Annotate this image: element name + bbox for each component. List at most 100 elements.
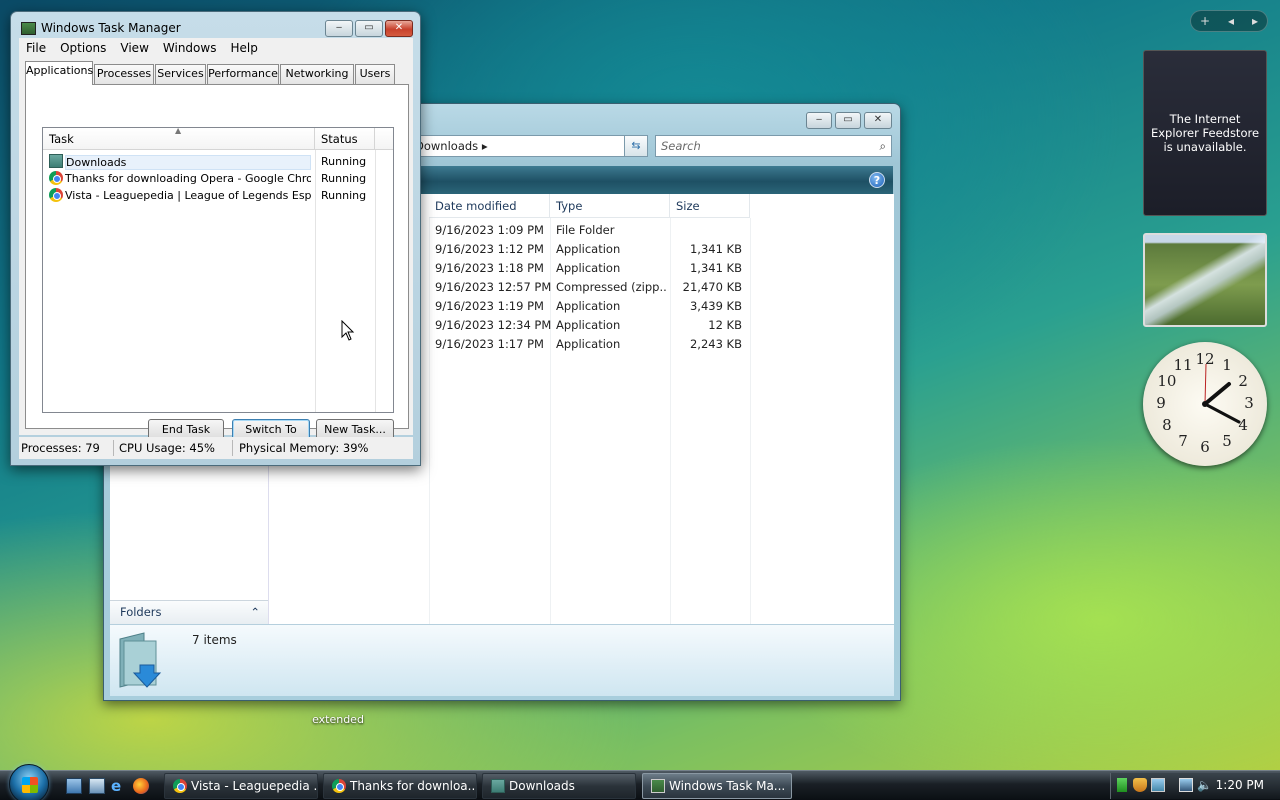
taskbar-button-label: Downloads	[509, 779, 575, 793]
menu-options[interactable]: Options	[53, 41, 113, 55]
sort-arrow-icon: ▲	[175, 126, 182, 135]
file-size: 21,470 KB	[682, 280, 742, 294]
help-icon[interactable]: ?	[869, 172, 885, 188]
tab-performance[interactable]: Performance	[207, 64, 279, 84]
file-size: 1,341 KB	[689, 261, 742, 275]
task-manager-icon	[21, 22, 36, 35]
internet-explorer-icon[interactable]: e	[111, 778, 127, 794]
folders-label: Folders	[120, 605, 162, 619]
refresh-icon[interactable]: ⇆	[624, 135, 648, 157]
task-name: Vista - Leaguepedia | League of Legends …	[65, 189, 311, 202]
clock-number: 2	[1238, 372, 1248, 390]
taskbar-button-label: Thanks for downloa...	[350, 779, 477, 793]
close-button[interactable]: ✕	[864, 112, 892, 129]
menu-file[interactable]: File	[19, 41, 53, 55]
menu-help[interactable]: Help	[223, 41, 264, 55]
column-filler	[375, 128, 393, 150]
volume-muted-icon[interactable]: 🔈	[1197, 778, 1212, 792]
slideshow-gadget[interactable]	[1143, 233, 1267, 327]
tab-applications[interactable]: Applications	[25, 61, 93, 85]
search-icon[interactable]: ⌕	[880, 139, 891, 154]
system-tray: 🔈 1:20 PM	[1110, 773, 1280, 799]
file-date: 9/16/2023 12:57 PM	[435, 280, 552, 294]
tab-services[interactable]: Services	[155, 64, 206, 84]
file-type: Application	[556, 242, 621, 256]
minimize-button[interactable]: ‒	[806, 112, 832, 129]
clock-gadget[interactable]: 12 1 2 3 4 5 6 7 8 9 10 11	[1143, 342, 1267, 466]
item-count: 7 items	[192, 633, 237, 647]
windows-defender-icon[interactable]	[1151, 778, 1165, 792]
column-size[interactable]: Size	[670, 194, 750, 218]
taskbar-button-task-manager[interactable]: Windows Task Ma...	[642, 773, 792, 799]
clock-number: 6	[1200, 438, 1210, 456]
task-row[interactable]: Vista - Leaguepedia | League of Legends …	[45, 187, 391, 204]
network-icon[interactable]	[1179, 778, 1193, 792]
breadcrumb-arrow-icon[interactable]: ▸	[482, 139, 488, 153]
file-date: 9/16/2023 1:12 PM	[435, 242, 544, 256]
add-gadget-icon[interactable]: +	[1200, 14, 1210, 28]
task-row[interactable]: Thanks for downloading Opera - Google Ch…	[45, 170, 391, 187]
clock-time[interactable]: 1:20 PM	[1216, 778, 1264, 792]
file-size: 3,439 KB	[689, 299, 742, 313]
minimize-button[interactable]: ‒	[325, 20, 353, 37]
chrome-icon	[49, 188, 63, 202]
tab-networking[interactable]: Networking	[280, 64, 354, 84]
show-desktop-icon[interactable]	[66, 778, 82, 794]
chevron-up-icon: ⌃	[250, 605, 260, 619]
tab-processes[interactable]: Processes	[94, 64, 154, 84]
applications-panel: Task ▲ Status Downloads Running Thanks for…	[25, 84, 409, 441]
task-manager-window[interactable]: Windows Task Manager ‒ ▭ ✕ File Options …	[10, 11, 421, 466]
switch-windows-icon[interactable]	[89, 778, 105, 794]
menu-windows[interactable]: Windows	[156, 41, 224, 55]
file-date: 9/16/2023 1:17 PM	[435, 337, 544, 351]
clock-number: 12	[1195, 350, 1215, 368]
maximize-button[interactable]: ▭	[355, 20, 383, 37]
close-button[interactable]: ✕	[385, 20, 413, 37]
file-size: 1,341 KB	[689, 242, 742, 256]
task-status: Running	[321, 172, 367, 185]
file-size: 12 KB	[708, 318, 742, 332]
security-shield-icon[interactable]	[1133, 778, 1147, 792]
firefox-icon[interactable]	[133, 778, 149, 794]
start-button[interactable]	[9, 764, 49, 800]
file-date: 9/16/2023 1:18 PM	[435, 261, 544, 275]
clock-number: 3	[1244, 394, 1254, 412]
breadcrumb-downloads[interactable]: Downloads	[415, 139, 478, 153]
clock-number: 5	[1222, 432, 1232, 451]
folders-toggle[interactable]: Folders ⌃	[110, 600, 268, 624]
file-date: 9/16/2023 12:34 PM	[435, 318, 552, 332]
cpu-meter-icon[interactable]	[1117, 778, 1127, 792]
mouse-cursor-icon	[341, 320, 355, 341]
search-input[interactable]: Search ⌕	[655, 135, 892, 157]
desktop-icon-label[interactable]: extended	[300, 713, 376, 726]
taskbar-button-leaguepedia[interactable]: Vista - Leaguepedia ...	[164, 773, 318, 799]
taskbar-button-downloads[interactable]: Downloads	[482, 773, 636, 799]
tab-users[interactable]: Users	[355, 64, 395, 84]
file-type: Application	[556, 318, 621, 332]
menu-view[interactable]: View	[113, 41, 155, 55]
next-icon[interactable]: ▸	[1252, 14, 1258, 28]
column-status[interactable]: Status	[315, 128, 375, 150]
search-placeholder: Search	[661, 139, 701, 153]
feed-headlines-gadget[interactable]: The Internet Explorer Feedstore is unava…	[1143, 50, 1267, 216]
menu-bar: File Options View Windows Help	[19, 38, 413, 58]
task-list[interactable]: Task ▲ Status Downloads Running Thanks for…	[42, 126, 394, 413]
task-name: Thanks for downloading Opera - Google Ch…	[65, 172, 311, 185]
chrome-icon	[173, 779, 187, 793]
taskbar-button-opera-download[interactable]: Thanks for downloa...	[323, 773, 477, 799]
task-name: Downloads	[65, 155, 311, 170]
sidebar-controls[interactable]: + ◂ ▸	[1190, 10, 1268, 32]
chrome-icon	[332, 779, 346, 793]
column-type[interactable]: Type	[550, 194, 670, 218]
column-date-modified[interactable]: Date modified	[429, 194, 550, 218]
file-type: Application	[556, 337, 621, 351]
physical-memory: Physical Memory: 39%	[239, 441, 369, 455]
column-task[interactable]: Task ▲	[43, 126, 315, 150]
prev-icon[interactable]: ◂	[1228, 14, 1234, 28]
taskbar: e Vista - Leaguepedia ... Thanks for dow…	[0, 764, 1280, 800]
task-row[interactable]: Downloads Running	[45, 153, 391, 170]
folder-icon	[491, 779, 505, 793]
taskbar-button-label: Windows Task Ma...	[669, 779, 786, 793]
window-title: Windows Task Manager	[41, 21, 181, 35]
maximize-button[interactable]: ▭	[835, 112, 861, 129]
